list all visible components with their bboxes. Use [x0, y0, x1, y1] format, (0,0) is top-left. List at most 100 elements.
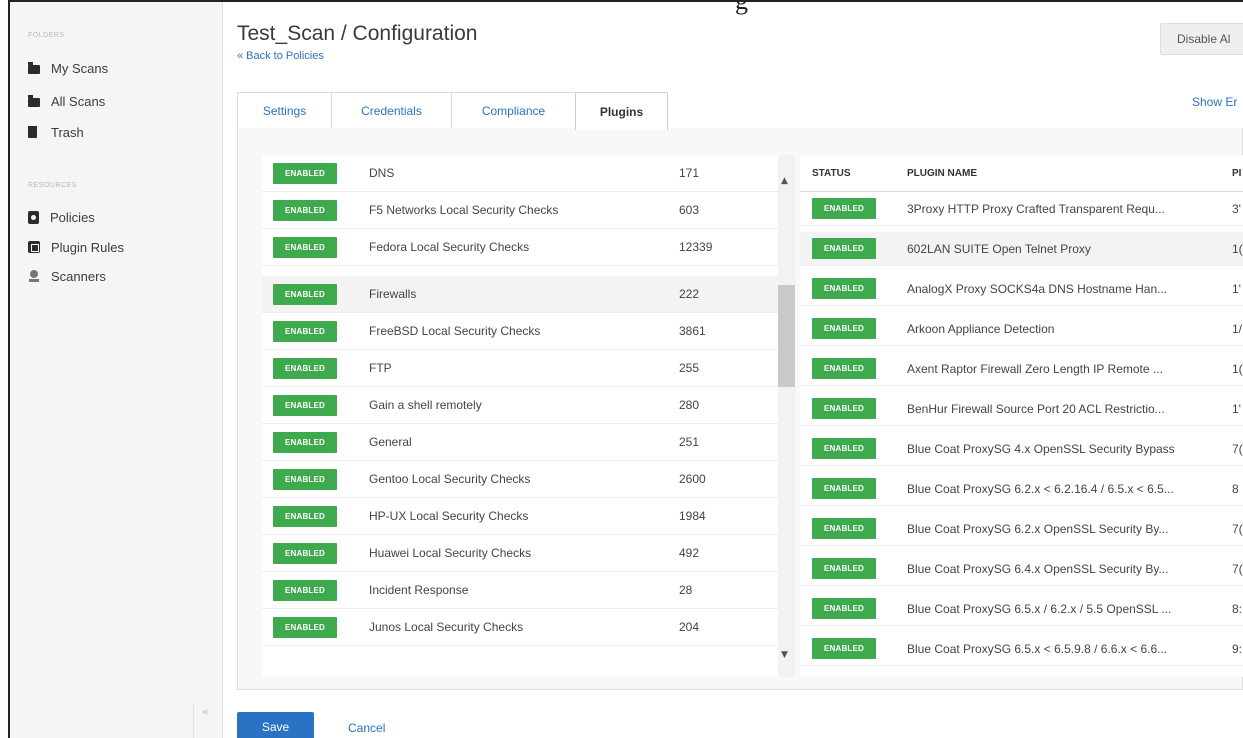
status-badge[interactable]: ENABLED — [812, 558, 876, 579]
status-badge[interactable]: ENABLED — [812, 518, 876, 539]
family-row[interactable]: ENABLED HP-UX Local Security Checks 1984 — [262, 498, 778, 535]
plugin-row[interactable]: ENABLED BenHur Firewall Source Port 20 A… — [800, 392, 1243, 426]
status-badge[interactable]: ENABLED — [812, 478, 876, 499]
plugin-row[interactable]: ENABLED Blue Coat ProxySG 6.5.x / 6.2.x … — [800, 592, 1243, 626]
plugin-name: Blue Coat ProxySG 6.4.x OpenSSL Security… — [907, 561, 1169, 576]
status-badge[interactable]: ENABLED — [273, 162, 337, 184]
family-row[interactable]: ENABLED F5 Networks Local Security Check… — [262, 192, 778, 229]
status-badge[interactable]: ENABLED — [273, 236, 337, 258]
tab-plugins[interactable]: Plugins — [575, 92, 668, 130]
family-count: 3861 — [679, 324, 706, 338]
tab-settings[interactable]: Settings — [237, 92, 332, 129]
family-row-selected[interactable]: ENABLED Firewalls 222 — [262, 276, 778, 313]
disable-all-button[interactable]: Disable Al — [1160, 23, 1243, 55]
plugin-name: Blue Coat ProxySG 4.x OpenSSL Security B… — [907, 441, 1175, 456]
family-name: Firewalls — [369, 287, 417, 301]
plugin-id: 1' — [1232, 281, 1241, 296]
plugin-name: Arkoon Appliance Detection — [907, 321, 1055, 336]
status-badge[interactable]: ENABLED — [812, 318, 876, 339]
save-button[interactable]: Save — [237, 712, 314, 738]
family-row[interactable]: ENABLED FreeBSD Local Security Checks 38… — [262, 313, 778, 350]
plugin-row[interactable]: ENABLED Blue Coat ProxySG 6.2.x OpenSSL … — [800, 512, 1243, 546]
scrollbar-thumb[interactable] — [778, 285, 795, 387]
tab-compliance[interactable]: Compliance — [451, 92, 576, 129]
scroll-up-arrow-icon[interactable]: ▲ — [781, 176, 788, 186]
status-badge[interactable]: ENABLED — [812, 438, 876, 459]
trash-icon — [28, 126, 37, 138]
tab-credentials[interactable]: Credentials — [331, 92, 452, 129]
plugin-name: AnalogX Proxy SOCKS4a DNS Hostname Han..… — [907, 281, 1168, 296]
plugin-id: 9: — [1232, 641, 1243, 656]
status-badge[interactable]: ENABLED — [273, 283, 337, 305]
status-badge[interactable]: ENABLED — [812, 358, 876, 379]
family-row[interactable]: ENABLED Gain a shell remotely 280 — [262, 387, 778, 424]
plugin-row[interactable]: ENABLED Blue Coat ProxySG 6.5.x < 6.5.9.… — [800, 632, 1243, 666]
family-row[interactable]: ENABLED Huawei Local Security Checks 492 — [262, 535, 778, 572]
family-name: F5 Networks Local Security Checks — [369, 203, 559, 217]
plugin-row[interactable]: ENABLED AnalogX Proxy SOCKS4a DNS Hostna… — [800, 272, 1243, 306]
family-row[interactable]: ENABLED Incident Response 28 — [262, 572, 778, 609]
family-row[interactable]: ENABLED Junos Local Security Checks 204 — [262, 609, 778, 646]
plugin-name: Blue Coat ProxySG 6.5.x < 6.5.9.8 / 6.6.… — [907, 641, 1168, 656]
status-badge[interactable]: ENABLED — [273, 505, 337, 527]
scroll-down-arrow-icon[interactable]: ▼ — [781, 650, 788, 660]
sidebar-item-all-scans[interactable]: All Scans — [28, 89, 105, 113]
status-badge[interactable]: ENABLED — [273, 542, 337, 564]
family-row[interactable]: ENABLED General 251 — [262, 424, 778, 461]
column-header-plugin-id[interactable]: PI — [1232, 168, 1241, 179]
family-row[interactable]: ENABLED DNS 171 — [262, 155, 778, 192]
plugin-name: Axent Raptor Firewall Zero Length IP Rem… — [907, 361, 1163, 376]
plugin-id: 1/ — [1232, 321, 1243, 336]
plugin-name: Blue Coat ProxySG 6.2.x OpenSSL Security… — [907, 521, 1169, 536]
sidebar-item-plugin-rules[interactable]: Plugin Rules — [28, 235, 124, 259]
sidebar-item-label: My Scans — [51, 60, 109, 76]
plugin-row[interactable]: ENABLED 3Proxy HTTP Proxy Crafted Transp… — [800, 192, 1243, 226]
plugin-row[interactable]: ENABLED Blue Coat ProxySG 4.x OpenSSL Se… — [800, 432, 1243, 466]
plugin-row[interactable]: ENABLED Axent Raptor Firewall Zero Lengt… — [800, 352, 1243, 386]
status-badge[interactable]: ENABLED — [273, 431, 337, 453]
plugin-id: 7( — [1232, 561, 1243, 576]
sidebar-item-trash[interactable]: Trash — [28, 120, 84, 144]
resources-header: RESOURCES — [28, 182, 77, 189]
plugin-id: 1( — [1232, 361, 1243, 376]
plugin-id: 7( — [1232, 441, 1243, 456]
sidebar-item-my-scans[interactable]: My Scans — [28, 56, 108, 80]
plugin-name: Blue Coat ProxySG 6.2.x < 6.2.16.4 / 6.5… — [907, 481, 1174, 496]
status-badge[interactable]: ENABLED — [273, 468, 337, 490]
status-badge[interactable]: ENABLED — [273, 394, 337, 416]
status-badge[interactable]: ENABLED — [812, 638, 876, 659]
family-row[interactable]: ENABLED Fedora Local Security Checks 123… — [262, 229, 778, 266]
status-badge[interactable]: ENABLED — [812, 198, 876, 219]
family-name: FTP — [369, 361, 392, 375]
status-badge[interactable]: ENABLED — [273, 616, 337, 638]
family-count: 255 — [679, 361, 700, 375]
plugin-row[interactable]: ENABLED Arkoon Appliance Detection 1/ — [800, 312, 1243, 346]
family-name: Huawei Local Security Checks — [369, 546, 532, 560]
status-badge[interactable]: ENABLED — [812, 278, 876, 299]
sidebar-collapse-button[interactable]: « — [193, 705, 223, 738]
show-enabled-link[interactable]: Show Er — [1192, 95, 1237, 109]
folders-header: FOLDERS — [28, 32, 65, 39]
sidebar-item-scanners[interactable]: Scanners — [28, 264, 106, 288]
status-badge[interactable]: ENABLED — [812, 598, 876, 619]
plugin-row-hover[interactable]: ENABLED 602LAN SUITE Open Telnet Proxy 1… — [800, 232, 1243, 266]
status-badge[interactable]: ENABLED — [273, 199, 337, 221]
sidebar: FOLDERS My Scans All Scans Trash RESOURC… — [10, 2, 223, 738]
status-badge[interactable]: ENABLED — [812, 398, 876, 419]
status-badge[interactable]: ENABLED — [273, 579, 337, 601]
family-list-scrollbar[interactable] — [778, 155, 795, 677]
family-name: FreeBSD Local Security Checks — [369, 324, 541, 338]
back-to-policies-link[interactable]: « Back to Policies — [237, 50, 324, 62]
column-header-status[interactable]: STATUS — [812, 168, 851, 179]
status-badge[interactable]: ENABLED — [812, 238, 876, 259]
plugin-row[interactable]: ENABLED Blue Coat ProxySG 6.4.x OpenSSL … — [800, 552, 1243, 586]
column-header-plugin-name[interactable]: PLUGIN NAME — [907, 168, 977, 179]
plugin-row[interactable]: ENABLED Blue Coat ProxySG 6.2.x < 6.2.16… — [800, 472, 1243, 506]
family-row[interactable]: ENABLED Gentoo Local Security Checks 260… — [262, 461, 778, 498]
family-name: General — [369, 435, 412, 449]
status-badge[interactable]: ENABLED — [273, 320, 337, 342]
family-row[interactable]: ENABLED FTP 255 — [262, 350, 778, 387]
sidebar-item-policies[interactable]: Policies — [28, 205, 95, 229]
status-badge[interactable]: ENABLED — [273, 357, 337, 379]
cancel-link[interactable]: Cancel — [348, 721, 385, 735]
